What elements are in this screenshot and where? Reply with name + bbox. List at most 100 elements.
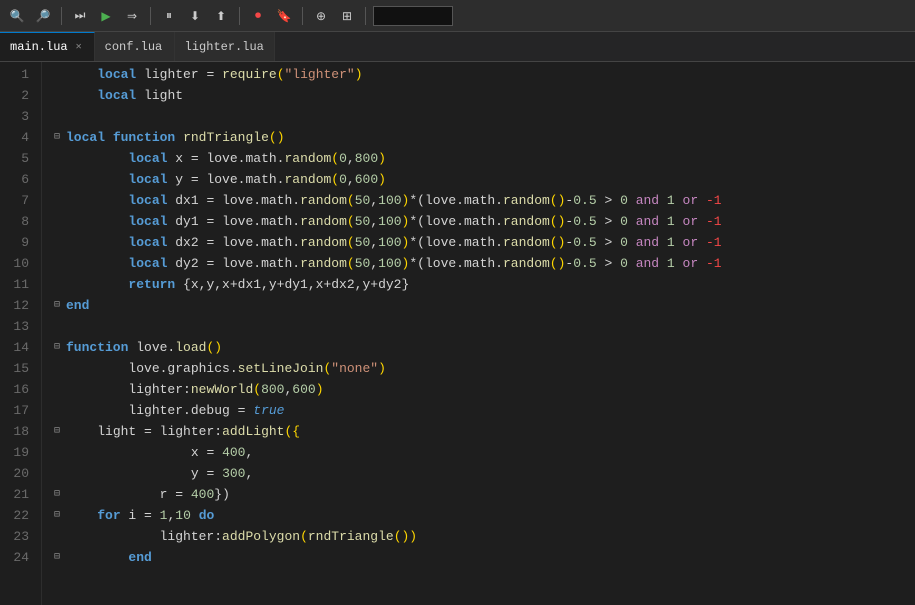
token-9-1: dx2 [167, 232, 206, 253]
token-10-24 [675, 253, 683, 274]
token-9-19: 0 [620, 232, 628, 253]
code-line-22: ⊟ for i = 1,10 do [50, 505, 915, 526]
token-18-4: ({ [284, 421, 300, 442]
fold-icon-8 [50, 215, 64, 229]
token-8-11: love.math. [425, 211, 503, 232]
tab-conf-lua[interactable]: conf.lua [95, 32, 175, 61]
step-out-btn[interactable]: ⬆ [210, 5, 232, 27]
indent-2 [66, 85, 97, 106]
indent-5 [66, 148, 128, 169]
token-18-2: lighter: [152, 421, 222, 442]
token-9-14: - [565, 232, 573, 253]
token-5-3: love.math. [199, 148, 285, 169]
token-19-1: = [206, 442, 214, 463]
token-8-7: , [370, 211, 378, 232]
token-18-1: = [144, 421, 152, 442]
token-20-4: , [245, 463, 253, 484]
token-8-14: - [565, 211, 573, 232]
fold-icon-14[interactable]: ⊟ [50, 341, 64, 355]
token-7-5: ( [347, 190, 355, 211]
token-8-20 [628, 211, 636, 232]
tool1-btn[interactable]: ⊕ [310, 5, 332, 27]
indent-6 [66, 169, 128, 190]
token-1-3 [214, 64, 222, 85]
token-8-2: = [206, 211, 214, 232]
token-7-16 [597, 190, 605, 211]
token-6-0: local [128, 169, 167, 190]
tab-close-main[interactable]: ✕ [74, 40, 84, 54]
step-into-btn[interactable]: ⬇ [184, 5, 206, 27]
indent-20 [66, 463, 191, 484]
fold-icon-4[interactable]: ⊟ [50, 131, 64, 145]
token-4-0: local [66, 127, 105, 148]
tool2-btn[interactable]: ⊞ [336, 5, 358, 27]
token-6-8: 600 [355, 169, 378, 190]
search-btn[interactable]: 🔍 [6, 5, 28, 27]
record-btn[interactable]: ⏺ [247, 5, 269, 27]
token-8-23: 1 [667, 211, 675, 232]
token-20-0: y [191, 463, 207, 484]
token-7-18 [612, 190, 620, 211]
token-22-2: = [144, 505, 152, 526]
indent-11 [66, 274, 128, 295]
fold-icon-9 [50, 236, 64, 250]
search-input[interactable] [373, 6, 453, 26]
line-number-10: 10 [8, 253, 29, 274]
token-8-13: () [550, 211, 566, 232]
token-8-4: random [300, 211, 347, 232]
fold-icon-23 [50, 530, 64, 544]
token-7-20 [628, 190, 636, 211]
play-btn[interactable]: ▶ [95, 5, 117, 27]
token-4-3 [175, 127, 183, 148]
token-1-5: ( [277, 64, 285, 85]
fold-icon-18[interactable]: ⊟ [50, 425, 64, 439]
line-number-14: 14 [8, 337, 29, 358]
indent-18 [66, 421, 97, 442]
line-number-1: 1 [8, 64, 29, 85]
token-8-10: *( [409, 211, 425, 232]
token-22-0: for [97, 505, 120, 526]
token-7-0: local [128, 190, 167, 211]
search2-btn[interactable]: 🔎 [32, 5, 54, 27]
token-9-25: or [683, 232, 699, 253]
token-11-1: {x,y,x+dx1,y+dy1,x+dx2,y+dy2} [175, 274, 409, 295]
fold-icon-21[interactable]: ⊟ [50, 488, 64, 502]
code-line-8: local dy1 = love.math.random(50,100)*(lo… [50, 211, 915, 232]
token-8-18 [612, 211, 620, 232]
token-17-0: lighter.debug [128, 400, 237, 421]
token-22-1: i [121, 505, 144, 526]
token-7-2: = [206, 190, 214, 211]
token-9-15: 0.5 [573, 232, 596, 253]
code-area[interactable]: local lighter = require("lighter") local… [42, 62, 915, 605]
token-16-3: 800 [261, 379, 284, 400]
tab-lighter-lua[interactable]: lighter.lua [175, 32, 275, 61]
step-over-btn[interactable]: ⇒ [121, 5, 143, 27]
editor: 123456789101112131415161718192021222324 … [0, 62, 915, 605]
indent-16 [66, 379, 128, 400]
token-4-4: rndTriangle [183, 127, 269, 148]
token-7-1: dx1 [167, 190, 206, 211]
fold-icon-22[interactable]: ⊟ [50, 509, 64, 523]
token-7-24 [675, 190, 683, 211]
line-number-23: 23 [8, 526, 29, 547]
line-number-7: 7 [8, 190, 29, 211]
token-21-2 [183, 484, 191, 505]
token-8-22 [659, 211, 667, 232]
token-10-12: random [503, 253, 550, 274]
token-7-17: > [604, 190, 612, 211]
token-7-14: - [565, 190, 573, 211]
tabs-bar: main.lua ✕ conf.lua lighter.lua [0, 32, 915, 62]
fold-icon-12[interactable]: ⊟ [50, 299, 64, 313]
run-all-btn[interactable]: ⏭ [69, 5, 91, 27]
tab-main-lua[interactable]: main.lua ✕ [0, 32, 95, 61]
bookmark-btn[interactable]: 🔖 [273, 5, 295, 27]
token-9-16 [597, 232, 605, 253]
token-9-4: random [300, 232, 347, 253]
token-14-3: () [206, 337, 222, 358]
fold-icon-6 [50, 173, 64, 187]
fold-icon-24[interactable]: ⊟ [50, 551, 64, 565]
token-18-0: light [97, 421, 144, 442]
line-number-4: 4 [8, 127, 29, 148]
token-7-22 [659, 190, 667, 211]
pause-btn[interactable]: ⏸ [158, 5, 180, 27]
